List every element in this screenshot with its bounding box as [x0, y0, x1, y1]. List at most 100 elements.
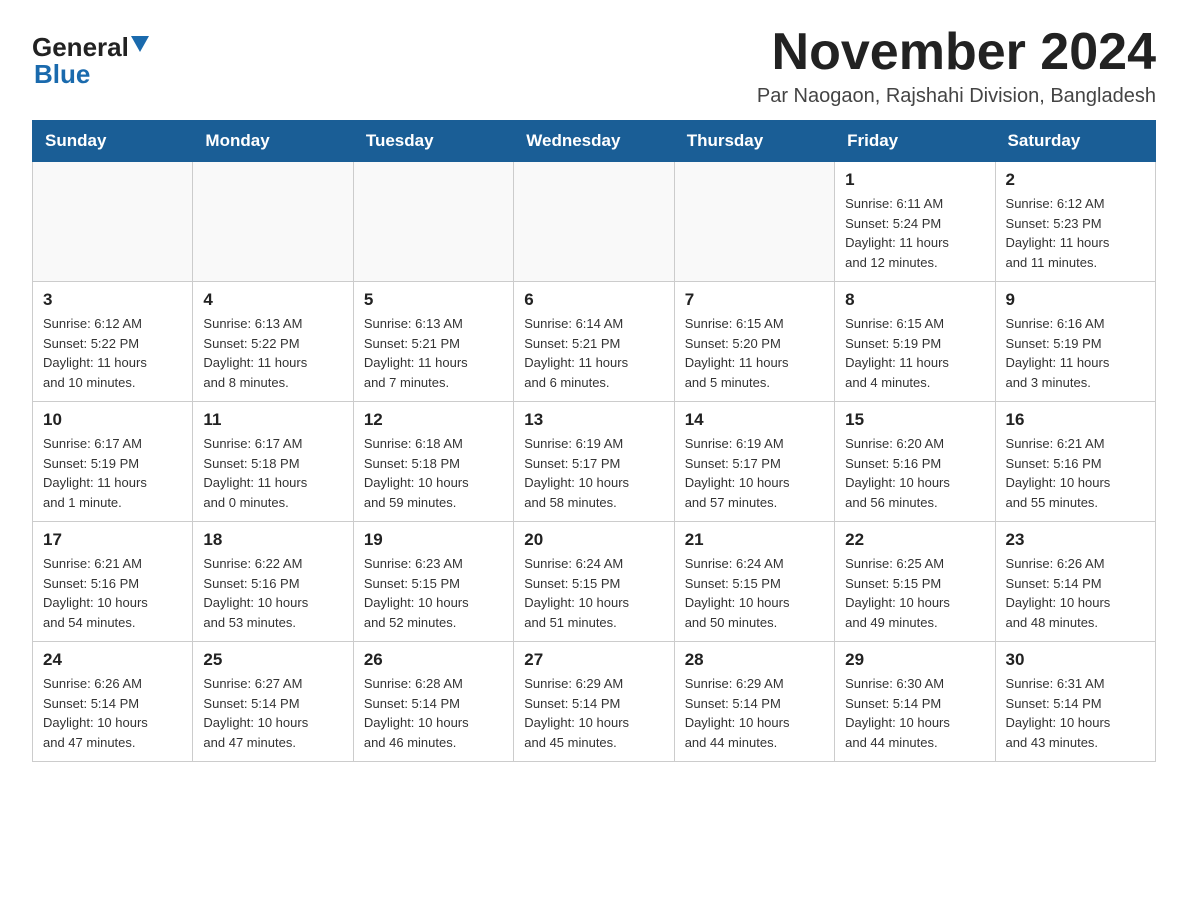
- day-number: 20: [524, 530, 663, 550]
- day-info: Sunrise: 6:18 AMSunset: 5:18 PMDaylight:…: [364, 434, 503, 512]
- day-number: 27: [524, 650, 663, 670]
- calendar-cell: 25Sunrise: 6:27 AMSunset: 5:14 PMDayligh…: [193, 642, 353, 762]
- calendar-cell: 16 Sunrise: 6:21 AMSunset: 5:16 PMDayligh…: [995, 402, 1155, 522]
- day-number: 18: [203, 530, 342, 550]
- weekday-header-saturday: Saturday: [995, 121, 1155, 162]
- day-number: 11: [203, 410, 342, 430]
- calendar-cell: 26 Sunrise: 6:28 AMSunset: 5:14 PMDayligh…: [353, 642, 513, 762]
- day-number: 4: [203, 290, 342, 310]
- day-info: Sunrise: 6:26 AMSunset: 5:14 PMDaylight:…: [1006, 554, 1145, 632]
- calendar-cell: 10Sunrise: 6:17 AMSunset: 5:19 PMDayligh…: [33, 402, 193, 522]
- month-year-title: November 2024: [757, 24, 1156, 81]
- calendar-cell: 4 Sunrise: 6:13 AMSunset: 5:22 PMDaylight…: [193, 282, 353, 402]
- day-info: Sunrise: 6:20 AMSunset: 5:16 PMDaylight:…: [845, 434, 984, 512]
- calendar-cell: 2 Sunrise: 6:12 AMSunset: 5:23 PMDaylight…: [995, 162, 1155, 282]
- day-info: Sunrise: 6:28 AMSunset: 5:14 PMDaylight:…: [364, 674, 503, 752]
- day-info: Sunrise: 6:12 AMSunset: 5:22 PMDaylight:…: [43, 314, 182, 392]
- weekday-header-sunday: Sunday: [33, 121, 193, 162]
- day-info: Sunrise: 6:27 AMSunset: 5:14 PMDaylight:…: [203, 674, 342, 752]
- day-info: Sunrise: 6:31 AMSunset: 5:14 PMDaylight:…: [1006, 674, 1145, 752]
- day-info: Sunrise: 6:30 AMSunset: 5:14 PMDaylight:…: [845, 674, 984, 752]
- day-info: Sunrise: 6:24 AMSunset: 5:15 PMDaylight:…: [685, 554, 824, 632]
- calendar-table: SundayMondayTuesdayWednesdayThursdayFrid…: [32, 120, 1156, 762]
- day-info: Sunrise: 6:16 AMSunset: 5:19 PMDaylight:…: [1006, 314, 1145, 392]
- day-info: Sunrise: 6:15 AMSunset: 5:20 PMDaylight:…: [685, 314, 824, 392]
- week-row-3: 10Sunrise: 6:17 AMSunset: 5:19 PMDayligh…: [33, 402, 1156, 522]
- calendar-cell: 27 Sunrise: 6:29 AMSunset: 5:14 PMDayligh…: [514, 642, 674, 762]
- week-row-5: 24 Sunrise: 6:26 AMSunset: 5:14 PMDayligh…: [33, 642, 1156, 762]
- calendar-cell: 21 Sunrise: 6:24 AMSunset: 5:15 PMDayligh…: [674, 522, 834, 642]
- day-info: Sunrise: 6:19 AMSunset: 5:17 PMDaylight:…: [685, 434, 824, 512]
- day-number: 1: [845, 170, 984, 190]
- calendar-cell: 9 Sunrise: 6:16 AMSunset: 5:19 PMDaylight…: [995, 282, 1155, 402]
- calendar-cell: 14Sunrise: 6:19 AMSunset: 5:17 PMDayligh…: [674, 402, 834, 522]
- calendar-cell: [193, 162, 353, 282]
- weekday-header-thursday: Thursday: [674, 121, 834, 162]
- calendar-cell: [514, 162, 674, 282]
- day-number: 9: [1006, 290, 1145, 310]
- day-info: Sunrise: 6:19 AMSunset: 5:17 PMDaylight:…: [524, 434, 663, 512]
- day-number: 7: [685, 290, 824, 310]
- day-info: Sunrise: 6:17 AMSunset: 5:18 PMDaylight:…: [203, 434, 342, 512]
- calendar-cell: 3 Sunrise: 6:12 AMSunset: 5:22 PMDaylight…: [33, 282, 193, 402]
- day-number: 12: [364, 410, 503, 430]
- calendar-cell: 12 Sunrise: 6:18 AMSunset: 5:18 PMDayligh…: [353, 402, 513, 522]
- calendar-cell: 8 Sunrise: 6:15 AMSunset: 5:19 PMDaylight…: [835, 282, 995, 402]
- day-number: 24: [43, 650, 182, 670]
- day-number: 2: [1006, 170, 1145, 190]
- week-row-2: 3 Sunrise: 6:12 AMSunset: 5:22 PMDaylight…: [33, 282, 1156, 402]
- day-info: Sunrise: 6:11 AMSunset: 5:24 PMDaylight:…: [845, 194, 984, 272]
- day-number: 16: [1006, 410, 1145, 430]
- day-info: Sunrise: 6:17 AMSunset: 5:19 PMDaylight:…: [43, 434, 182, 512]
- day-info: Sunrise: 6:13 AMSunset: 5:22 PMDaylight:…: [203, 314, 342, 392]
- page-header: General Blue November 2024 Par Naogaon, …: [32, 24, 1156, 108]
- day-info: Sunrise: 6:29 AMSunset: 5:14 PMDaylight:…: [524, 674, 663, 752]
- day-number: 19: [364, 530, 503, 550]
- day-info: Sunrise: 6:14 AMSunset: 5:21 PMDaylight:…: [524, 314, 663, 392]
- weekday-header-monday: Monday: [193, 121, 353, 162]
- day-info: Sunrise: 6:26 AMSunset: 5:14 PMDaylight:…: [43, 674, 182, 752]
- weekday-header-wednesday: Wednesday: [514, 121, 674, 162]
- calendar-cell: [33, 162, 193, 282]
- day-info: Sunrise: 6:23 AMSunset: 5:15 PMDaylight:…: [364, 554, 503, 632]
- day-info: Sunrise: 6:21 AMSunset: 5:16 PMDaylight:…: [43, 554, 182, 632]
- calendar-cell: 6 Sunrise: 6:14 AMSunset: 5:21 PMDaylight…: [514, 282, 674, 402]
- day-number: 23: [1006, 530, 1145, 550]
- calendar-cell: 5Sunrise: 6:13 AMSunset: 5:21 PMDaylight…: [353, 282, 513, 402]
- weekday-header-friday: Friday: [835, 121, 995, 162]
- calendar-cell: [674, 162, 834, 282]
- day-info: Sunrise: 6:15 AMSunset: 5:19 PMDaylight:…: [845, 314, 984, 392]
- day-number: 13: [524, 410, 663, 430]
- calendar-cell: 29 Sunrise: 6:30 AMSunset: 5:14 PMDayligh…: [835, 642, 995, 762]
- calendar-cell: [353, 162, 513, 282]
- calendar-cell: 19 Sunrise: 6:23 AMSunset: 5:15 PMDayligh…: [353, 522, 513, 642]
- day-info: Sunrise: 6:13 AMSunset: 5:21 PMDaylight:…: [364, 314, 503, 392]
- day-info: Sunrise: 6:21 AMSunset: 5:16 PMDaylight:…: [1006, 434, 1145, 512]
- day-info: Sunrise: 6:29 AMSunset: 5:14 PMDaylight:…: [685, 674, 824, 752]
- day-number: 3: [43, 290, 182, 310]
- week-row-4: 17 Sunrise: 6:21 AMSunset: 5:16 PMDayligh…: [33, 522, 1156, 642]
- calendar-cell: 20Sunrise: 6:24 AMSunset: 5:15 PMDayligh…: [514, 522, 674, 642]
- calendar-cell: 22Sunrise: 6:25 AMSunset: 5:15 PMDayligh…: [835, 522, 995, 642]
- calendar-cell: 11 Sunrise: 6:17 AMSunset: 5:18 PMDayligh…: [193, 402, 353, 522]
- day-number: 8: [845, 290, 984, 310]
- day-number: 6: [524, 290, 663, 310]
- day-info: Sunrise: 6:12 AMSunset: 5:23 PMDaylight:…: [1006, 194, 1145, 272]
- day-number: 17: [43, 530, 182, 550]
- day-number: 21: [685, 530, 824, 550]
- logo-triangle-icon: [131, 36, 149, 54]
- day-number: 30: [1006, 650, 1145, 670]
- calendar-cell: 17 Sunrise: 6:21 AMSunset: 5:16 PMDayligh…: [33, 522, 193, 642]
- calendar-cell: 15Sunrise: 6:20 AMSunset: 5:16 PMDayligh…: [835, 402, 995, 522]
- calendar-cell: 7 Sunrise: 6:15 AMSunset: 5:20 PMDaylight…: [674, 282, 834, 402]
- week-row-1: 1 Sunrise: 6:11 AMSunset: 5:24 PMDaylight…: [33, 162, 1156, 282]
- day-number: 29: [845, 650, 984, 670]
- day-number: 22: [845, 530, 984, 550]
- day-number: 26: [364, 650, 503, 670]
- calendar-cell: 23 Sunrise: 6:26 AMSunset: 5:14 PMDayligh…: [995, 522, 1155, 642]
- day-info: Sunrise: 6:22 AMSunset: 5:16 PMDaylight:…: [203, 554, 342, 632]
- calendar-cell: 24 Sunrise: 6:26 AMSunset: 5:14 PMDayligh…: [33, 642, 193, 762]
- location-subtitle: Par Naogaon, Rajshahi Division, Banglade…: [757, 85, 1156, 108]
- logo: General Blue: [32, 24, 149, 90]
- calendar-cell: 30 Sunrise: 6:31 AMSunset: 5:14 PMDayligh…: [995, 642, 1155, 762]
